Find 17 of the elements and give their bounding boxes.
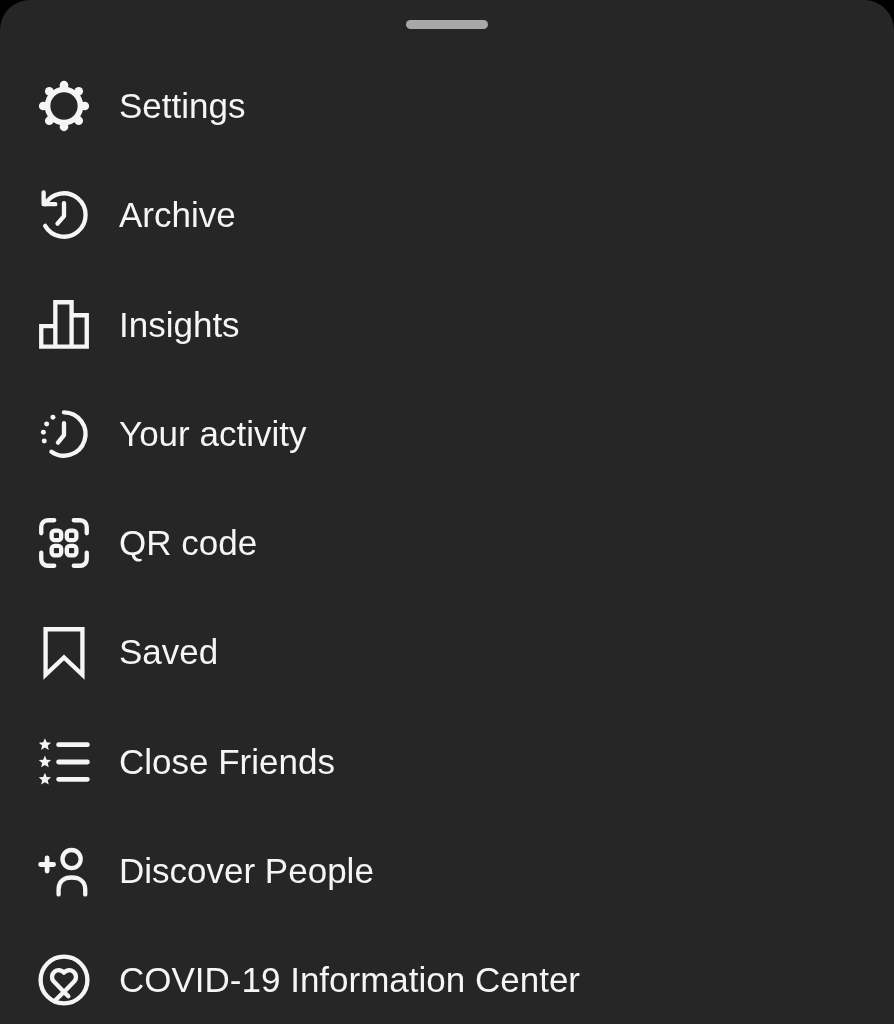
settings-icon (38, 80, 90, 132)
heart-circle-icon (38, 954, 90, 1007)
menu-item[interactable]: Close Friends (0, 721, 894, 802)
menu-item[interactable]: Insights (0, 284, 894, 365)
clock-arrow-icon (38, 189, 90, 242)
qr-code-icon (38, 517, 90, 570)
dotted-clock-icon (38, 407, 90, 460)
menu-item[interactable]: Archive (0, 175, 894, 256)
menu-item[interactable]: QR code (0, 503, 894, 584)
drag-handle[interactable] (406, 20, 488, 29)
menu-item[interactable]: COVID-19 Information Center (0, 940, 894, 1021)
menu-item[interactable]: Saved (0, 612, 894, 693)
menu-item[interactable]: Settings (0, 66, 894, 146)
menu-item[interactable]: Your activity (0, 393, 894, 474)
bar-chart-icon (38, 298, 90, 351)
menu-item[interactable]: Discover People (0, 831, 894, 912)
add-person-icon (38, 845, 90, 898)
